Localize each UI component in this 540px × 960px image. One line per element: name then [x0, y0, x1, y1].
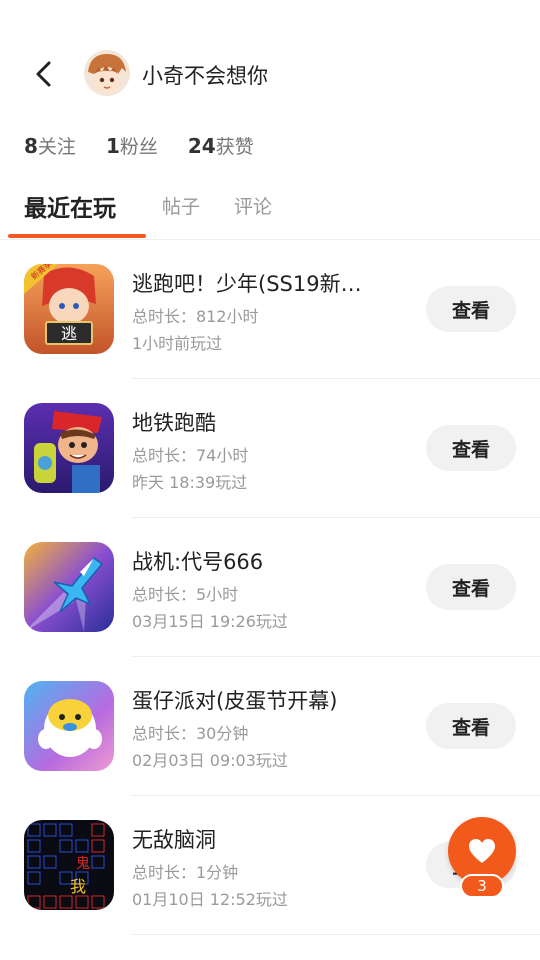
list-item[interactable]: 蛋仔派对(皮蛋节开幕) 总时长：30分钟 02月03日 09:03玩过 查看: [0, 657, 540, 796]
back-button[interactable]: [28, 58, 60, 90]
game-title: 战机:代号666: [132, 550, 264, 574]
game-title: 无敌脑洞: [132, 828, 216, 852]
subway-surfers-icon: [24, 403, 114, 493]
game-duration: 总时长：30分钟: [132, 724, 249, 743]
stat-label: 获赞: [215, 136, 254, 158]
stat-label: 关注: [37, 136, 76, 158]
stat-count: 1: [105, 134, 120, 158]
list-item[interactable]: 逃 新赛季 逃跑吧！少年(SS19新… 总时长：812小时 1小时前玩过 查看: [0, 240, 540, 379]
username: 小奇不会想你: [142, 64, 268, 88]
svg-text:我: 我: [70, 877, 86, 896]
view-button[interactable]: 查看: [426, 425, 516, 471]
game-last-played: 1小时前玩过: [132, 334, 223, 353]
tab-active-indicator: [8, 234, 146, 238]
stat-count: 8: [24, 134, 38, 158]
list-item[interactable]: 地铁跑酷 总时长：74小时 昨天 18:39玩过 查看: [0, 379, 540, 518]
game-title: 地铁跑酷: [132, 411, 216, 435]
tab-recently-played[interactable]: 最近在玩: [24, 189, 116, 223]
profile-header: 小奇不会想你: [0, 40, 540, 108]
divider: [132, 934, 540, 935]
view-button[interactable]: 查看: [426, 286, 516, 332]
game-title: 逃跑吧！少年(SS19新…: [132, 272, 362, 296]
brain-hole-icon: 鬼 我: [24, 820, 114, 910]
heart-icon: [469, 839, 495, 863]
view-button[interactable]: 查看: [426, 564, 516, 610]
game-last-played: 01月10日 12:52玩过: [132, 890, 288, 909]
view-button[interactable]: 查看: [426, 703, 516, 749]
chevron-left-icon: [36, 61, 51, 87]
game-last-played: 昨天 18:39玩过: [132, 473, 248, 492]
svg-text:鬼: 鬼: [76, 856, 90, 872]
eggy-party-icon: [24, 681, 114, 771]
game-duration: 总时长：74小时: [132, 446, 249, 465]
game-last-played: 03月15日 19:26玩过: [132, 612, 288, 631]
game-duration: 总时长：812小时: [132, 307, 259, 326]
svg-text:逃: 逃: [61, 324, 77, 343]
tab-posts[interactable]: 帖子: [162, 192, 200, 219]
game-duration: 总时长：1分钟: [132, 863, 239, 882]
tab-bar: 最近在玩 帖子 评论: [0, 186, 540, 240]
stat-followers[interactable]: 1粉丝: [106, 132, 158, 159]
escape-game-icon: 逃 新赛季: [24, 264, 114, 354]
like-count-badge: 3: [460, 874, 504, 898]
avatar[interactable]: [84, 50, 130, 96]
tab-comments[interactable]: 评论: [234, 192, 272, 219]
game-duration: 总时长：5小时: [132, 585, 239, 604]
fighter-jet-icon: [24, 542, 114, 632]
stat-count: 24: [187, 134, 216, 158]
profile-stats: 8关注 1粉丝 24获赞: [24, 132, 254, 162]
stat-following[interactable]: 8关注: [24, 132, 76, 159]
stat-label: 粉丝: [119, 136, 158, 158]
game-title: 蛋仔派对(皮蛋节开幕): [132, 689, 338, 713]
game-last-played: 02月03日 09:03玩过: [132, 751, 288, 770]
stat-likes[interactable]: 24获赞: [188, 132, 254, 159]
list-item[interactable]: 战机:代号666 总时长：5小时 03月15日 19:26玩过 查看: [0, 518, 540, 657]
